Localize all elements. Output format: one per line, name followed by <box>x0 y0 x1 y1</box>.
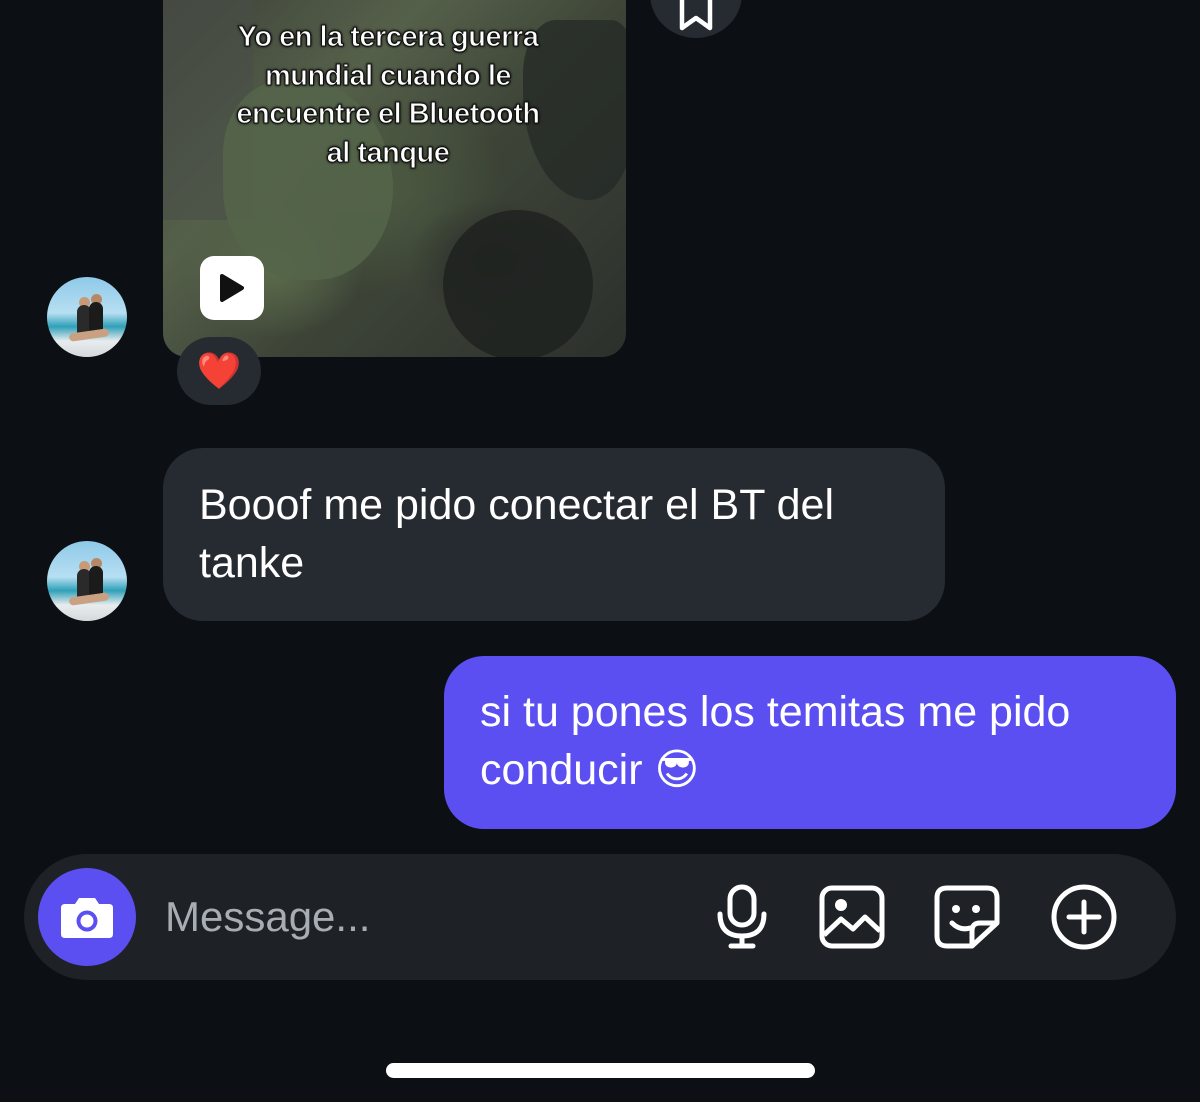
sticker-icon <box>934 885 1000 949</box>
message-input[interactable] <box>163 884 687 950</box>
camera-button[interactable] <box>38 868 136 966</box>
outgoing-message[interactable]: si tu pones los temitas me pido conducir… <box>444 656 1176 829</box>
sender-avatar[interactable] <box>47 277 127 357</box>
message-composer <box>24 854 1176 980</box>
video-message[interactable]: Yo en la tercera guerra mundial cuando l… <box>163 0 626 357</box>
add-icon <box>1051 884 1117 950</box>
sender-avatar[interactable] <box>47 541 127 621</box>
gallery-button[interactable] <box>815 880 889 954</box>
camera-icon <box>61 898 113 938</box>
microphone-button[interactable] <box>705 880 779 954</box>
add-button[interactable] <box>1047 880 1121 954</box>
play-icon <box>220 274 244 302</box>
bookmark-icon <box>679 0 713 31</box>
incoming-message[interactable]: Booof me pido conectar el BT del tanke <box>163 448 945 621</box>
reaction-badge[interactable]: ❤️ <box>177 337 261 405</box>
heart-reaction: ❤️ <box>196 350 242 391</box>
home-indicator[interactable] <box>386 1063 815 1078</box>
video-caption: Yo en la tercera guerra mundial cuando l… <box>236 21 541 170</box>
gallery-icon <box>819 885 885 949</box>
play-button[interactable] <box>200 256 264 320</box>
microphone-icon <box>717 884 767 949</box>
sticker-button[interactable] <box>930 880 1004 954</box>
bookmark-button[interactable] <box>650 0 742 38</box>
